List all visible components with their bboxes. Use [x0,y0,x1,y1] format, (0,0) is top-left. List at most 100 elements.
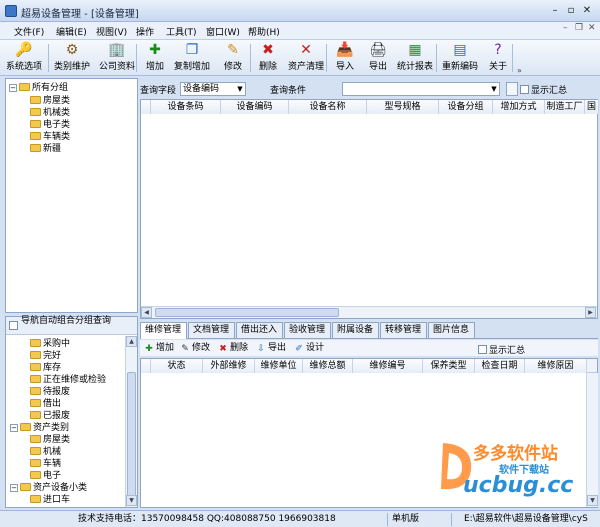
tree-root-all-groups[interactable]: − 所有分组 [9,82,68,94]
menu-operation[interactable]: 操作 [136,25,154,38]
column-header[interactable]: 维修编号 [353,359,423,373]
column-header[interactable]: 检查日期 [475,359,525,373]
detail-button-5[interactable]: ✐ 设计 [294,342,324,354]
nav-query-panel: 导航自动组合分组查询 采购中 完好 库存 正在维修或检验 待报废 借出 已报废 − 资产类别 房屋… [5,316,138,508]
mdi-close-icon[interactable]: ✕ [588,23,596,33]
dropdown-arrow-icon[interactable]: ▼ [236,85,244,93]
tree-item[interactable]: 车辆 [30,458,61,470]
column-header[interactable]: 维修总额 [303,359,353,373]
query-extra-box[interactable] [506,82,518,96]
scroll-down-icon[interactable]: ▼ [126,495,137,506]
menu-window[interactable]: 窗口(W) [206,25,240,38]
toolbar-button-9[interactable]: 📥 导入 [330,41,360,75]
minimize-icon[interactable]: – [548,4,562,17]
close-icon[interactable]: ✕ [580,4,594,17]
toolbar-button-13[interactable]: ? 关于 [484,41,512,75]
toolbar-button-7[interactable]: ✖ 删除 [254,41,282,75]
scroll-thumb[interactable] [155,308,339,317]
toolbar-button-8[interactable]: ✕ 资产清理 [286,41,326,75]
maximize-icon[interactable]: ▫ [564,4,578,17]
dropdown-arrow-icon[interactable]: ▼ [490,85,498,93]
toolbar-button-10[interactable]: 🖨 导出 [364,41,392,75]
query-condition-select[interactable]: ▼ [342,82,500,96]
menu-help[interactable]: 帮助(H) [248,25,280,38]
tree-item[interactable]: 车辆类 [30,131,70,143]
column-header[interactable]: 维修原因 [525,359,587,373]
show-summary-toggle[interactable]: 显示汇总 [520,83,567,96]
scroll-left-icon[interactable]: ◀ [141,307,152,318]
show-summary-checkbox[interactable] [520,85,529,94]
detail-button-1[interactable]: ✚ 增加 [144,342,174,354]
column-header[interactable]: 设备条码 [151,100,221,114]
scroll-up-icon[interactable]: ▲ [126,336,137,347]
toolbar-button-2[interactable]: ⚙ 类别维护 [52,41,92,75]
menu-file[interactable]: 文件(F) [14,25,44,38]
tree-item-label: 完好 [43,351,62,361]
menu-tools[interactable]: 工具(T) [166,25,197,38]
tab-3[interactable]: 借出还入 [236,322,283,338]
column-header[interactable]: 设备分组 [439,100,493,114]
scroll-thumb[interactable] [127,372,136,502]
toolbar-button-4[interactable]: ✚ 增加 [140,41,170,75]
scroll-down-icon[interactable]: ▼ [587,495,598,506]
column-header[interactable]: 状态 [151,359,203,373]
mdi-minimize-icon[interactable]: – [563,23,568,33]
tree-item[interactable]: 待报废 [30,386,70,398]
tree-item[interactable]: 库存 [30,362,61,374]
column-header[interactable]: 外部维修 [203,359,255,373]
column-header[interactable]: 制造工厂 [545,100,585,114]
tab-1[interactable]: 维修管理 [140,322,187,339]
toolbar-button-11[interactable]: ▦ 统计报表 [394,41,436,75]
maintenance-vertical-scrollbar[interactable]: ▼ [586,373,598,507]
mdi-restore-icon[interactable]: ❐ [575,23,583,33]
toolbar-button-1[interactable]: 🔑 系统选项 [2,41,46,75]
tree-item[interactable]: 正在维修或检验 [30,374,106,386]
collapse-icon[interactable]: − [10,484,18,492]
detail-button-4[interactable]: ⇩ 导出 [256,342,286,354]
collapse-icon[interactable]: − [9,84,17,92]
tree-group[interactable]: − 资产类别 [10,422,69,434]
nav-query-checkbox[interactable] [9,321,18,330]
column-header[interactable]: 国 [585,100,599,114]
toolbar-button-6[interactable]: ✎ 修改 [218,41,248,75]
scroll-right-icon[interactable]: ▶ [585,307,596,318]
tree-item[interactable]: 房屋类 [30,434,70,446]
tab-7[interactable]: 图片信息 [428,322,475,338]
menu-view[interactable]: 视图(V) [96,25,127,38]
tab-5[interactable]: 附属设备 [332,322,379,338]
column-header[interactable]: 型号规格 [367,100,439,114]
tree-item[interactable]: 新疆 [30,143,61,155]
tree-item[interactable]: 机械类 [30,107,70,119]
tab-6[interactable]: 转移管理 [380,322,427,338]
tree-item[interactable]: 进口车 [30,494,70,506]
column-header[interactable]: 增加方式 [493,100,545,114]
toolbar-button-12[interactable]: ▤ 重新编码 [440,41,480,75]
tab-2[interactable]: 文档管理 [188,322,235,338]
detail-button-2[interactable]: ✎ 修改 [180,342,210,354]
column-header[interactable]: 设备名称 [289,100,367,114]
tree-item[interactable]: 机械 [30,446,61,458]
column-header[interactable]: 设备编码 [221,100,289,114]
column-header[interactable]: 维修单位 [255,359,303,373]
detail-show-summary-checkbox[interactable] [478,345,487,354]
collapse-icon[interactable]: − [10,424,18,432]
tree-item[interactable]: 房屋类 [30,95,70,107]
detail-show-summary-toggle[interactable]: 显示汇总 [478,343,525,356]
menu-edit[interactable]: 编辑(E) [56,25,87,38]
tree-item[interactable]: 已报废 [30,410,70,422]
tree-item[interactable]: 完好 [30,350,61,362]
column-header[interactable]: 保养类型 [423,359,475,373]
tree-group[interactable]: − 资产设备小类 [10,482,87,494]
toolbar-button-3[interactable]: 🏢 公司资料 [96,41,138,75]
tree-item[interactable]: 电子 [30,470,61,482]
table-horizontal-scrollbar[interactable]: ◀ ▶ [141,306,597,318]
tab-4[interactable]: 验收管理 [284,322,331,338]
tree-item[interactable]: 采购中 [30,338,70,350]
nav-vertical-scrollbar[interactable]: ▲ ▼ [125,336,137,507]
toolbar-overflow-icon[interactable]: » [517,66,522,75]
tree-item[interactable]: 电子类 [30,119,70,131]
toolbar-button-5[interactable]: ❐ 复制增加 [172,41,212,75]
detail-button-3[interactable]: ✖ 删除 [218,342,248,354]
query-field-select[interactable]: 设备编码 ▼ [180,82,246,96]
tree-item[interactable]: 借出 [30,398,61,410]
